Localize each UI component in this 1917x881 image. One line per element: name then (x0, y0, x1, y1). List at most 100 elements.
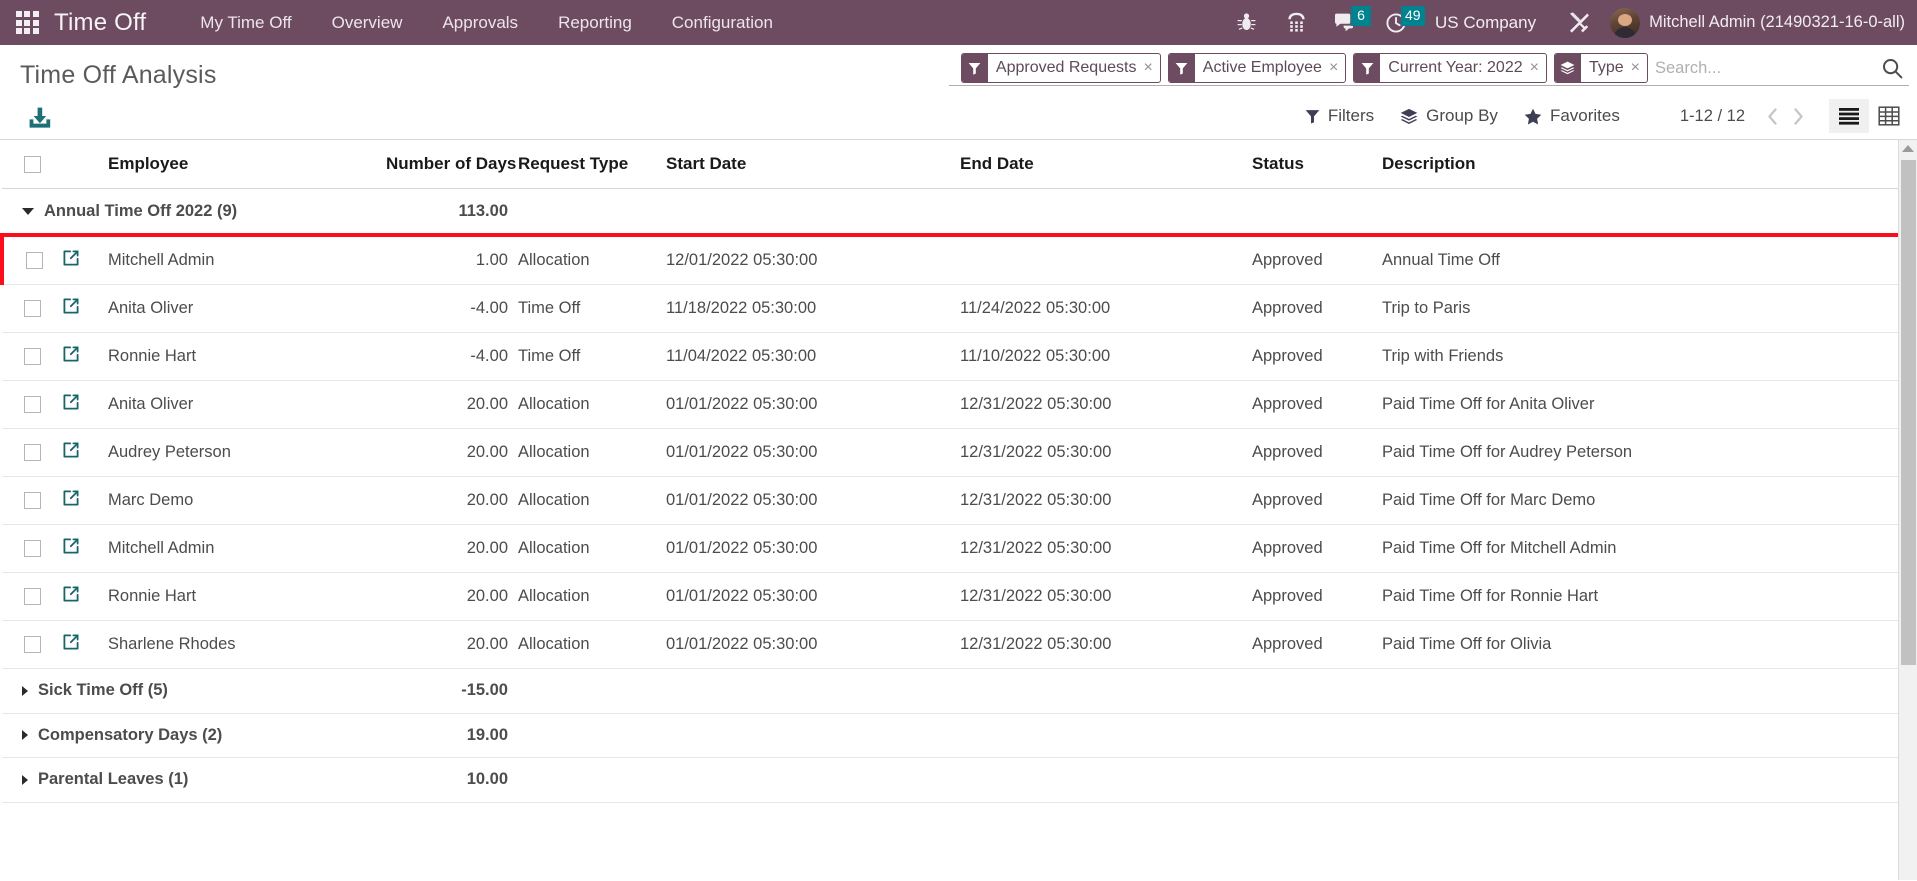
row-select-cell[interactable] (2, 476, 54, 525)
row-checkbox[interactable] (24, 540, 41, 558)
open-record-cell[interactable] (54, 233, 108, 285)
caret-right-icon[interactable] (22, 685, 28, 696)
scroll-up-arrow-icon[interactable] (1902, 145, 1914, 152)
chevron-left-icon[interactable] (1759, 101, 1785, 131)
company-switcher[interactable]: US Company (1421, 13, 1554, 33)
facet-approved-requests[interactable]: Approved Requests × (960, 53, 1161, 83)
app-brand-title[interactable]: Time Off (54, 9, 180, 37)
tools-icon[interactable] (1554, 0, 1604, 45)
external-link-icon[interactable] (54, 393, 80, 416)
pager-value[interactable]: 1-12 / 12 (1680, 107, 1745, 126)
row-checkbox[interactable] (24, 396, 41, 414)
filters-dropdown[interactable]: Filters (1305, 106, 1374, 126)
row-select-cell[interactable] (2, 380, 54, 429)
column-header-status[interactable]: Status (1252, 140, 1382, 189)
table-row[interactable]: Audrey Peterson 20.00 Allocation 01/01/2022… (2, 428, 1900, 477)
group-label-cell[interactable]: Sick Time Off (5) (2, 668, 386, 714)
activities-clock-icon[interactable]: 49 (1371, 0, 1425, 45)
facet-type[interactable]: Type × (1553, 53, 1648, 83)
external-link-icon[interactable] (54, 585, 80, 608)
select-all-checkbox[interactable] (24, 156, 41, 174)
table-row[interactable]: Ronnie Hart 20.00 Allocation 01/01/2022 05:… (2, 572, 1900, 621)
facet-current-year[interactable]: Current Year: 2022 × (1353, 53, 1547, 83)
row-checkbox[interactable] (26, 252, 43, 270)
group-row[interactable]: Sick Time Off (5) -15.00 (2, 668, 1900, 714)
facet-remove-icon[interactable]: × (1327, 54, 1345, 82)
row-select-cell[interactable] (2, 428, 54, 477)
menu-item-overview[interactable]: Overview (312, 0, 423, 45)
row-checkbox[interactable] (24, 348, 41, 366)
external-link-icon[interactable] (54, 345, 80, 368)
apps-grid-icon[interactable] (0, 0, 54, 45)
caret-right-icon[interactable] (22, 774, 28, 785)
external-link-icon[interactable] (54, 249, 80, 272)
column-header-employee[interactable]: Employee (108, 140, 386, 189)
group-row[interactable]: Annual Time Off 2022 (9) 113.00 (2, 188, 1900, 236)
group-row[interactable]: Compensatory Days (2) 19.00 (2, 713, 1900, 758)
table-row[interactable]: Sharlene Rhodes 20.00 Allocation 01/01/2022… (2, 620, 1900, 669)
external-link-icon[interactable] (54, 633, 80, 656)
column-header-description[interactable]: Description (1382, 140, 1900, 189)
column-header-end-date[interactable]: End Date (960, 140, 1252, 189)
row-select-cell[interactable] (2, 524, 54, 573)
download-icon[interactable] (28, 107, 52, 134)
group-label-cell[interactable]: Annual Time Off 2022 (9) (2, 188, 386, 236)
column-header-request-type[interactable]: Request Type (518, 140, 666, 189)
favorites-dropdown[interactable]: Favorites (1524, 106, 1620, 126)
open-record-cell[interactable] (54, 380, 108, 429)
row-select-cell[interactable] (0, 233, 54, 285)
column-header-number-of-days[interactable]: Number of Days (386, 140, 518, 189)
bug-icon[interactable] (1221, 0, 1271, 45)
open-record-cell[interactable] (54, 572, 108, 621)
table-row[interactable]: Anita Oliver 20.00 Allocation 01/01/2022 05… (2, 380, 1900, 429)
external-link-icon[interactable] (54, 441, 80, 464)
menu-item-configuration[interactable]: Configuration (652, 0, 793, 45)
external-link-icon[interactable] (54, 489, 80, 512)
chevron-right-icon[interactable] (1785, 101, 1811, 131)
row-checkbox[interactable] (24, 492, 41, 510)
column-header-start-date[interactable]: Start Date (666, 140, 960, 189)
table-row[interactable]: Mitchell Admin 1.00 Allocation 12/01/2022 0… (0, 233, 1902, 285)
vertical-scrollbar[interactable] (1898, 140, 1917, 880)
user-menu[interactable]: Mitchell Admin (21490321-16-0-all) (1604, 7, 1905, 38)
caret-right-icon[interactable] (22, 730, 28, 740)
group-label-cell[interactable]: Parental Leaves (1) (2, 757, 386, 803)
group-by-dropdown[interactable]: Group By (1400, 106, 1498, 126)
list-view-button[interactable] (1829, 99, 1869, 133)
search-input[interactable] (1655, 58, 1875, 78)
row-checkbox[interactable] (24, 588, 41, 606)
open-record-cell[interactable] (54, 332, 108, 381)
messages-icon[interactable]: 6 (1321, 0, 1371, 45)
open-record-cell[interactable] (54, 428, 108, 477)
scrollbar-thumb[interactable] (1901, 160, 1916, 665)
open-record-cell[interactable] (54, 620, 108, 669)
row-select-cell[interactable] (2, 572, 54, 621)
row-checkbox[interactable] (24, 300, 41, 318)
phone-keypad-icon[interactable] (1271, 0, 1321, 45)
facet-remove-icon[interactable]: × (1629, 54, 1647, 82)
menu-item-approvals[interactable]: Approvals (422, 0, 538, 45)
open-record-cell[interactable] (54, 284, 108, 333)
facet-active-employee[interactable]: Active Employee × (1167, 53, 1347, 83)
open-record-cell[interactable] (54, 524, 108, 573)
facet-remove-icon[interactable]: × (1141, 54, 1159, 82)
group-row[interactable]: Parental Leaves (1) 10.00 (2, 757, 1900, 803)
facet-remove-icon[interactable]: × (1528, 54, 1546, 82)
table-row[interactable]: Mitchell Admin 20.00 Allocation 01/01/2022 … (2, 524, 1900, 573)
row-select-cell[interactable] (2, 332, 54, 381)
menu-item-reporting[interactable]: Reporting (538, 0, 652, 45)
caret-down-icon[interactable] (22, 208, 34, 215)
pivot-view-button[interactable] (1869, 99, 1909, 133)
row-select-cell[interactable] (2, 284, 54, 333)
table-row[interactable]: Anita Oliver -4.00 Time Off 11/18/2022 05:3… (2, 284, 1900, 333)
table-row[interactable]: Marc Demo 20.00 Allocation 01/01/2022 05:30… (2, 476, 1900, 525)
external-link-icon[interactable] (54, 537, 80, 560)
external-link-icon[interactable] (54, 297, 80, 320)
search-icon[interactable] (1875, 53, 1909, 83)
row-checkbox[interactable] (24, 444, 41, 462)
table-row[interactable]: Ronnie Hart -4.00 Time Off 11/04/2022 05:30… (2, 332, 1900, 381)
open-record-cell[interactable] (54, 476, 108, 525)
group-label-cell[interactable]: Compensatory Days (2) (2, 713, 386, 758)
row-select-cell[interactable] (2, 620, 54, 669)
row-checkbox[interactable] (24, 636, 41, 654)
